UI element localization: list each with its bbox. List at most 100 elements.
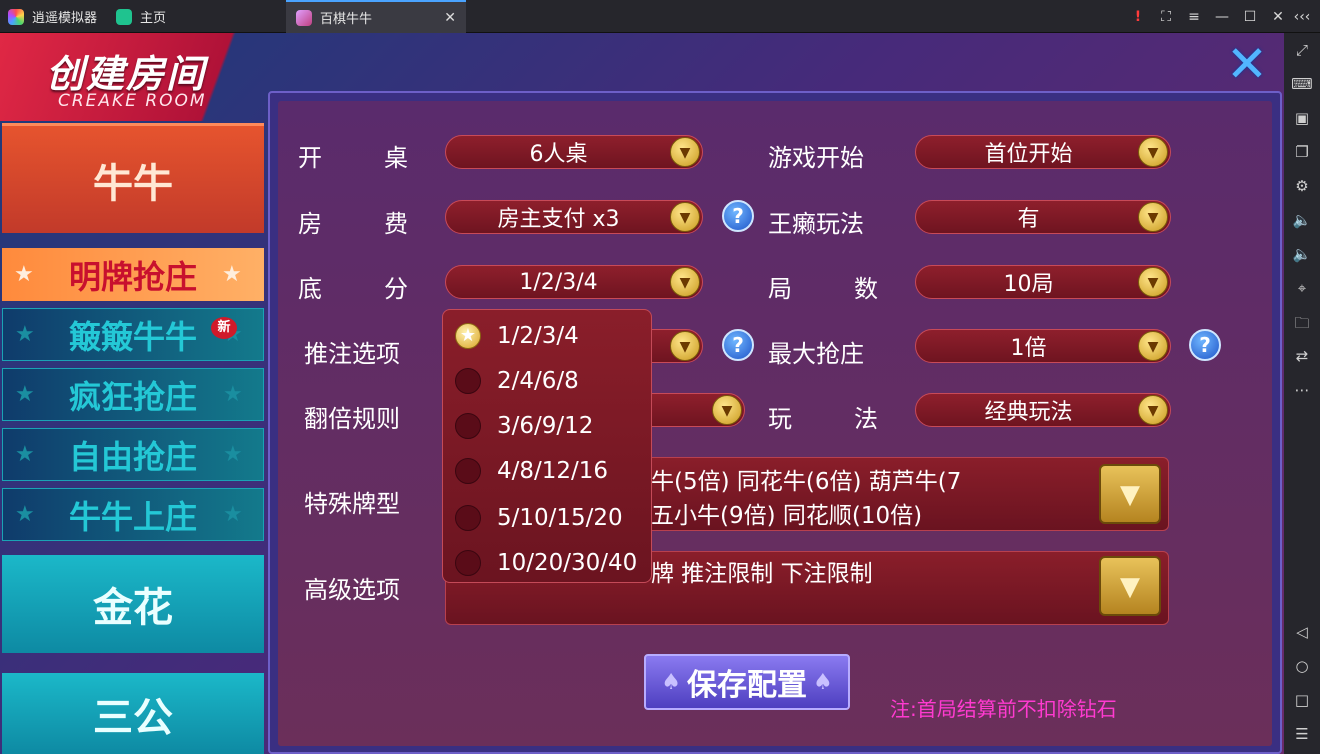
star-icon: ★: [15, 322, 35, 347]
minimize-icon[interactable]: —: [1208, 9, 1236, 25]
option-label: 10/20/30/40: [497, 550, 638, 576]
close-tab-icon[interactable]: ✕: [444, 10, 456, 26]
expand-icon[interactable]: ⤢: [1284, 41, 1320, 59]
collapse-sidebar[interactable]: ‹‹‹: [1288, 0, 1316, 33]
sub-shangzhuang[interactable]: ★ 牛牛上庄 ★: [2, 488, 264, 541]
star-icon: ★: [223, 502, 243, 527]
chevron-down-icon: ▼: [1138, 202, 1168, 232]
chevron-down-icon: ▼: [1138, 395, 1168, 425]
double-label: 翻倍规则: [304, 405, 400, 433]
sub-label: 疯狂抢庄: [68, 377, 197, 416]
recent-apps-icon[interactable]: □: [1284, 691, 1320, 709]
chevron-down-icon: ▼: [670, 202, 700, 232]
back-icon[interactable]: ◁: [1284, 623, 1320, 641]
sub-bobo[interactable]: ★ 簸簸牛牛 ★ 新: [2, 308, 264, 361]
dropdown-option[interactable]: 3/6/9/12: [455, 406, 593, 446]
sub-mingpai[interactable]: ★ 明牌抢庄 ★: [2, 248, 264, 301]
option-label: 3/6/9/12: [497, 413, 594, 439]
star-icon: ★: [14, 262, 34, 287]
play-label: 玩法: [768, 405, 878, 433]
keyboard-icon[interactable]: ⌨: [1284, 75, 1320, 93]
push-dropdown-menu: ★ 1/2/3/4 2/4/6/8 3/6/9/12 4/8/12/16 5/1…: [442, 309, 652, 583]
chevron-down-icon: ▼: [670, 331, 700, 361]
table-select[interactable]: 6人桌 ▼: [445, 135, 703, 169]
rounds-select[interactable]: 10局 ▼: [915, 265, 1171, 299]
close-icon[interactable]: ✕: [1222, 39, 1272, 89]
base-value: 1/2/3/4: [519, 269, 598, 295]
game-tab-icon: [296, 9, 312, 26]
location-icon[interactable]: ⌖: [1284, 279, 1320, 297]
play-select[interactable]: 经典玩法 ▼: [915, 393, 1171, 427]
apk-icon[interactable]: ▣: [1284, 109, 1320, 127]
fee-select[interactable]: 房主支付 x3 ▼: [445, 200, 703, 234]
sub-label: 明牌抢庄: [68, 257, 197, 296]
emulator-app-tab[interactable]: 逍遥模拟器: [8, 0, 97, 33]
dropdown-option[interactable]: ★ 1/2/3/4: [455, 316, 579, 356]
maximize-icon[interactable]: ☐: [1236, 9, 1264, 25]
star-icon: ★: [15, 502, 35, 527]
maxbank-help-icon[interactable]: ?: [1189, 329, 1221, 361]
radio-icon: [455, 550, 481, 576]
special-label: 特殊牌型: [304, 490, 400, 518]
base-select[interactable]: 1/2/3/4 ▼: [445, 265, 703, 299]
special-dropdown-button[interactable]: ▼: [1099, 464, 1161, 524]
push-help-icon[interactable]: ?: [722, 329, 754, 361]
folder-icon[interactable]: 🗀: [1284, 313, 1320, 338]
sub-ziyou[interactable]: ★ 自由抢庄 ★: [2, 428, 264, 481]
new-badge: 新: [211, 317, 237, 339]
page-subtitle: CREAKE ROOM: [58, 91, 207, 111]
diamond-note: 注:首局结算前不扣除钻石: [890, 697, 1117, 721]
option-label: 4/8/12/16: [497, 458, 609, 484]
alert-icon[interactable]: !: [1124, 9, 1152, 25]
dropdown-option[interactable]: 2/4/6/8: [455, 361, 579, 401]
radio-icon: [455, 458, 481, 484]
sub-label: 簸簸牛牛: [68, 317, 197, 356]
volume-down-icon[interactable]: 🔈: [1284, 245, 1320, 263]
rounds-label: 局数: [768, 275, 878, 303]
game-tab[interactable]: 百棋牛牛 ✕: [286, 0, 466, 33]
sub-label: 自由抢庄: [68, 437, 197, 476]
save-label: 保存配置: [687, 668, 807, 703]
option-label: 1/2/3/4: [497, 323, 579, 349]
star-icon: ★: [15, 442, 35, 467]
save-config-button[interactable]: ♠ 保存配置 ♠: [644, 654, 850, 710]
collapse-icon[interactable]: ‹‹‹: [1288, 9, 1316, 25]
game-sangong[interactable]: 三公: [2, 673, 264, 754]
fullscreen-icon[interactable]: ⛶: [1152, 9, 1180, 25]
emulator-sidebar: ⤢ ⌨ ▣ ❐ ⚙ 🔈 🔈 ⌖ 🗀 ⇄ ⋯ ◁ ○ □ ☰: [1284, 33, 1320, 754]
dropdown-option[interactable]: 5/10/15/20: [455, 498, 623, 538]
sub-fengkuang[interactable]: ★ 疯狂抢庄 ★: [2, 368, 264, 421]
volume-up-icon[interactable]: 🔈: [1284, 211, 1320, 229]
game-jinhua[interactable]: 金花: [2, 555, 264, 653]
more-icon[interactable]: ⋯: [1284, 381, 1320, 399]
star-icon: ★: [15, 382, 35, 407]
spade-icon: ♠: [661, 669, 681, 695]
start-select[interactable]: 首位开始 ▼: [915, 135, 1171, 169]
maxbank-label: 最大抢庄: [768, 340, 864, 368]
maxbank-select[interactable]: 1倍 ▼: [915, 329, 1171, 363]
emulator-titlebar: 逍遥模拟器 主页 百棋牛牛 ✕ ! ⛶ ≡ — ☐ ✕ ‹‹‹: [0, 0, 1320, 33]
fee-help-icon[interactable]: ?: [722, 200, 754, 232]
rotate-icon[interactable]: ⇄: [1284, 347, 1320, 365]
chevron-down-icon: ▼: [1138, 137, 1168, 167]
dropdown-option[interactable]: 4/8/12/16: [455, 451, 608, 491]
home-tab[interactable]: 主页: [116, 0, 166, 33]
advanced-dropdown-button[interactable]: ▼: [1099, 556, 1161, 616]
start-value: 首位开始: [984, 142, 1073, 167]
radio-icon: [455, 505, 481, 531]
dropdown-option[interactable]: 10/20/30/40: [455, 543, 637, 583]
wildcard-select[interactable]: 有 ▼: [915, 200, 1171, 234]
game-tab-label: 百棋牛牛: [320, 12, 373, 27]
multi-window-icon[interactable]: ❐: [1284, 143, 1320, 161]
home-circle-icon[interactable]: ○: [1284, 657, 1320, 675]
option-label: 2/4/6/8: [497, 368, 579, 394]
settings-icon[interactable]: ⚙: [1284, 177, 1320, 195]
game-niuniu[interactable]: 牛牛: [2, 123, 264, 233]
fee-label: 房费: [298, 210, 408, 238]
chevron-down-icon: ▼: [670, 137, 700, 167]
chevron-down-icon: ▼: [1138, 267, 1168, 297]
sub-label: 牛牛上庄: [68, 497, 197, 536]
table-value: 6人桌: [529, 142, 588, 167]
menu-icon[interactable]: ≡: [1180, 9, 1208, 25]
list-icon[interactable]: ☰: [1284, 725, 1320, 743]
